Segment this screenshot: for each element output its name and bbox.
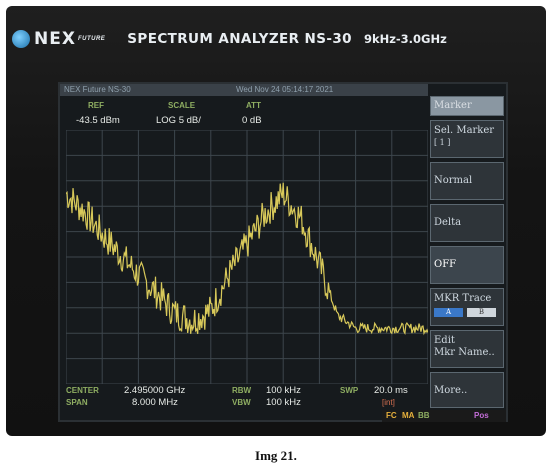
scale-label: SCALE — [168, 101, 196, 110]
header-left: NEX Future NS-30 — [64, 85, 131, 94]
softkey-off[interactable]: OFF — [430, 246, 504, 284]
brand-logo: NEX — [34, 29, 76, 49]
brand-bar: NEX FUTURE SPECTRUM ANALYZER NS-30 9kHz-… — [8, 28, 544, 50]
mkr-trace-a[interactable]: A — [434, 308, 463, 317]
vbw-value: 100 kHz — [266, 397, 301, 408]
rbw-label: RBW — [232, 386, 252, 395]
status-bar: FC MA BB Pos — [382, 410, 506, 422]
status-fc: FC — [386, 411, 397, 420]
ref-value: -43.5 dBm — [76, 115, 120, 126]
analyzer-screen: NEX Future NS-30 Wed Nov 24 05:14:17 202… — [58, 82, 508, 422]
att-label: ATT — [246, 101, 261, 110]
softkey-delta[interactable]: Delta — [430, 204, 504, 242]
center-label: CENTER — [66, 386, 99, 395]
span-label: SPAN — [66, 398, 88, 407]
status-bb: BB — [418, 411, 430, 420]
instrument-title: SPECTRUM ANALYZER NS-30 — [127, 31, 352, 47]
softkey-mkr-name-label: Mkr Name.. — [434, 347, 495, 358]
header-date: Wed Nov 24 05:14:17 2021 — [236, 85, 334, 94]
sweep-int-label: [int] — [382, 398, 395, 407]
brand-logo-icon — [12, 30, 30, 48]
spectrum-plot — [66, 130, 428, 384]
mkr-trace-toggle: A B — [434, 308, 500, 317]
att-value: 0 dB — [242, 115, 262, 126]
photo-frame: NEX FUTURE SPECTRUM ANALYZER NS-30 9kHz-… — [0, 0, 552, 440]
spectrum-svg — [66, 130, 428, 384]
scale-value: LOG 5 dB/ — [156, 115, 201, 126]
softkey-more[interactable]: More.. — [430, 372, 504, 408]
mkr-trace-b[interactable]: B — [467, 308, 496, 317]
center-value: 2.495000 GHz — [124, 385, 186, 396]
softkey-sel-marker-sub: [ 1 ] — [434, 138, 451, 147]
swp-label: SWP — [340, 386, 359, 395]
softkey-mkr-trace[interactable]: MKR Trace A B — [430, 288, 504, 326]
screen-header: NEX Future NS-30 Wed Nov 24 05:14:17 202… — [60, 84, 428, 96]
softkey-menu-title: Marker — [430, 96, 504, 116]
rbw-value: 100 kHz — [266, 385, 301, 396]
brand-logo-sub: FUTURE — [77, 36, 106, 42]
softkey-sel-marker-label: Sel. Marker — [434, 125, 495, 136]
vbw-label: VBW — [232, 398, 251, 407]
softkey-panel: Marker Sel. Marker [ 1 ] Normal Delta OF… — [430, 96, 506, 420]
ref-label: REF — [88, 101, 104, 110]
status-pos: Pos — [474, 411, 489, 420]
softkey-sel-marker[interactable]: Sel. Marker [ 1 ] — [430, 120, 504, 158]
softkey-edit-label: Edit — [434, 335, 455, 346]
swp-value: 20.0 ms — [374, 385, 408, 396]
softkey-mkr-trace-label: MKR Trace — [434, 293, 492, 304]
softkey-normal[interactable]: Normal — [430, 162, 504, 200]
status-ma: MA — [402, 411, 415, 420]
softkey-edit-mkr-name[interactable]: Edit Mkr Name.. — [430, 330, 504, 368]
frequency-range: 9kHz-3.0GHz — [363, 32, 447, 46]
image-caption: Img 21. — [255, 448, 297, 463]
span-value: 8.000 MHz — [132, 397, 178, 408]
